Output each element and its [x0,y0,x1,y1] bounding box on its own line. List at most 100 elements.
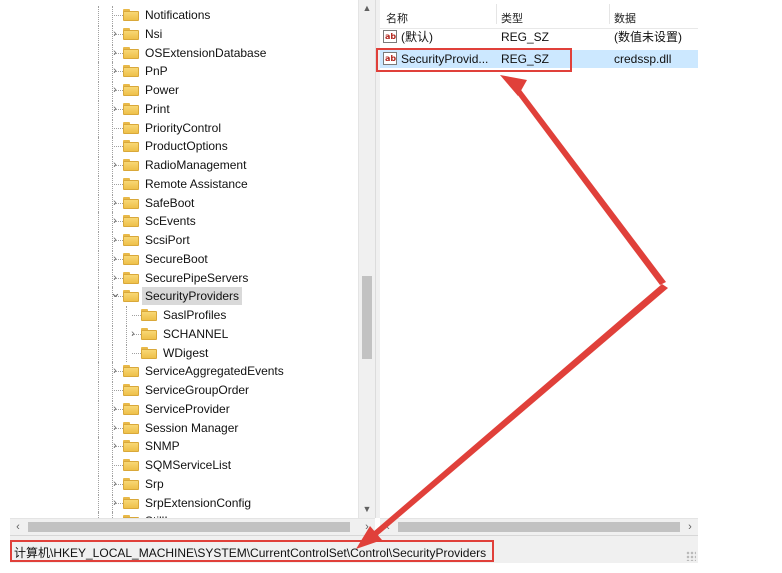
tree-item-label: Print [145,101,170,116]
tree-item[interactable]: WDigest [10,343,358,362]
value-data: credssp.dll [614,52,672,66]
tree-item-label: WDigest [163,345,209,360]
scroll-right-arrow-icon[interactable]: › [682,519,698,535]
tree-guide-line [126,343,128,362]
scroll-left-arrow-icon[interactable]: ‹ [10,519,26,535]
chevron-right-icon[interactable]: › [110,494,120,512]
chevron-right-icon[interactable]: › [110,81,120,99]
scroll-thumb[interactable] [362,276,372,359]
tree-item[interactable]: ⌄ SecurityProviders [10,286,358,306]
folder-icon [123,459,139,471]
list-row-securityproviders[interactable]: ab SecurityProvid... REG_SZ credssp.dll [380,50,698,68]
tree-guide-line [114,127,123,130]
tree-item-label: ScsiPort [145,233,190,247]
chevron-right-icon[interactable]: › [128,325,138,343]
values-list[interactable]: 名称 类型 数据 ab (默认) REG_SZ (数值未设置) ab Secur… [380,0,698,518]
tree-item[interactable]: Notifications [10,6,358,24]
value-data: (数值未设置) [614,30,682,44]
column-divider[interactable] [609,4,610,24]
chevron-right-icon[interactable]: › [110,419,120,437]
column-header-data[interactable]: 数据 [614,10,636,26]
column-header-type[interactable]: 类型 [501,10,523,26]
tree-item[interactable]: › SecurePipeServers [10,268,358,287]
folder-icon [141,309,157,321]
chevron-down-icon[interactable]: ⌄ [110,286,121,305]
tree-item[interactable]: › Srp [10,474,358,493]
value-name: (默认) [401,30,433,44]
column-divider[interactable] [496,4,497,24]
tree-guide-line [98,381,100,399]
tree-item[interactable]: SQMServiceList [10,456,358,474]
tree-item[interactable]: › Print [10,99,358,118]
tree-item[interactable]: › SNMP [10,437,358,456]
tree-item-label: SQMServiceList [145,458,232,472]
chevron-right-icon[interactable]: › [110,437,120,455]
tree-guide-line [98,212,100,231]
chevron-right-icon[interactable]: › [110,25,120,43]
scroll-left-arrow-icon[interactable]: ‹ [380,519,396,535]
list-row-default[interactable]: ab (默认) REG_SZ (数值未设置) [380,28,698,46]
tree-item[interactable]: SaslProfiles [10,306,358,324]
tree-guide-line [98,343,100,362]
folder-icon [123,9,139,21]
tree-item[interactable]: › Session Manager [10,418,358,437]
scroll-thumb[interactable] [398,522,680,532]
tree-item[interactable]: › OSExtensionDatabase [10,43,358,62]
registry-key-tree[interactable]: Notifications › Nsi › OSExtensionDatabase › Pn… [10,0,358,518]
reg-string-icon: ab [383,52,397,65]
tree-item[interactable]: › SrpExtensionConfig [10,493,358,512]
tree-guide-line [98,156,100,174]
tree-item[interactable]: › PnP [10,62,358,81]
tree-item[interactable]: › SecureBoot [10,249,358,268]
folder-icon [123,252,139,265]
tree-item[interactable]: › ServiceProvider [10,399,358,418]
tree-item-label: ServiceGroupOrder [145,383,250,397]
tree-item-label: Notifications [145,8,211,22]
resize-grip-icon[interactable] [686,551,696,561]
tree-guide-line [98,174,100,193]
list-horizontal-scrollbar[interactable]: ‹ › [380,518,698,535]
tree-item[interactable]: › ServiceAggregatedEvents [10,362,358,381]
column-header-name[interactable]: 名称 [386,10,408,26]
tree-item[interactable]: ProductOptions [10,137,358,156]
scroll-up-arrow-icon[interactable]: ▲ [359,0,375,17]
chevron-right-icon[interactable]: › [110,156,120,174]
tree-item-label: SafeBoot [145,195,195,210]
chevron-right-icon[interactable]: › [110,250,120,268]
tree-item[interactable]: › RadioManagement [10,156,358,174]
chevron-right-icon[interactable]: › [110,231,120,249]
chevron-right-icon[interactable]: › [110,362,120,380]
chevron-right-icon[interactable]: › [110,212,120,230]
chevron-right-icon[interactable]: › [110,100,120,118]
tree-item[interactable]: › SCHANNEL [10,324,358,343]
chevron-right-icon[interactable]: › [110,62,120,80]
tree-item[interactable]: ServiceGroupOrder [10,381,358,399]
tree-item[interactable]: Remote Assistance [10,174,358,193]
tree-item-label: RadioManagement [145,158,247,172]
tree-item[interactable]: › ScsiPort [10,231,358,249]
chevron-right-icon[interactable]: › [110,44,120,62]
tree-item-label: SecureBoot [145,251,208,266]
tree-guide-line [98,474,100,493]
chevron-right-icon[interactable]: › [110,400,120,418]
tree-item-label: SecurePipeServers [145,270,249,285]
tree-item[interactable]: › Nsi [10,24,358,43]
folder-icon [123,384,139,396]
tree-item[interactable]: › ScEvents [10,212,358,231]
tree-item[interactable]: › Power [10,81,358,99]
scroll-thumb[interactable] [28,522,350,532]
scroll-down-arrow-icon[interactable]: ▼ [359,501,375,518]
folder-icon [123,365,139,378]
tree-item-label: PriorityControl [145,120,222,135]
tree-guide-line [112,306,114,324]
tree-guide-line [98,231,100,249]
tree-item-label: SrpExtensionConfig [145,495,252,510]
tree-horizontal-scrollbar[interactable]: ‹ › [10,518,375,535]
chevron-right-icon[interactable]: › [110,475,120,493]
tree-vertical-scrollbar[interactable]: ▲ ▼ [358,0,375,518]
chevron-right-icon[interactable]: › [110,269,120,287]
tree-item[interactable]: PriorityControl [10,118,358,137]
tree-item[interactable]: › SafeBoot [10,193,358,212]
scroll-right-arrow-icon[interactable]: › [359,519,375,535]
chevron-right-icon[interactable]: › [110,194,120,212]
